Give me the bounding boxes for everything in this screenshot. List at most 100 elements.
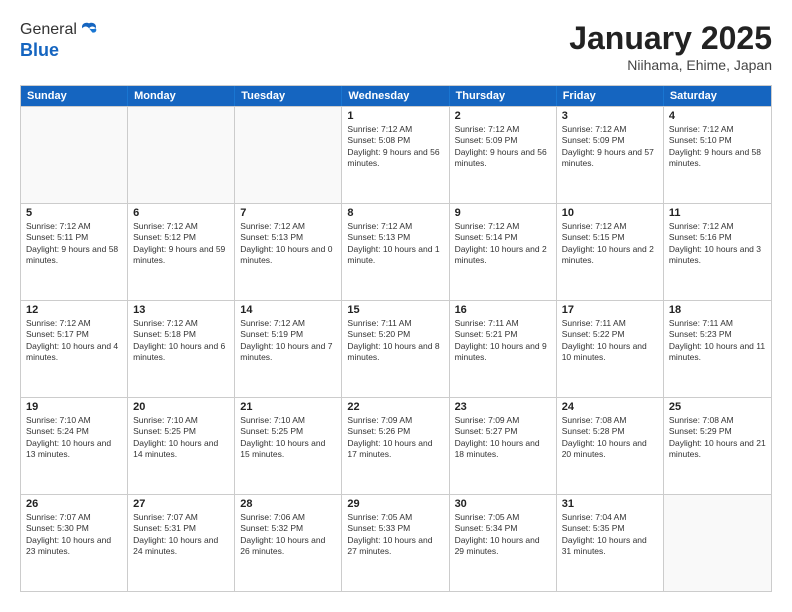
day-number: 1 xyxy=(347,110,443,122)
day-number: 28 xyxy=(240,498,336,510)
day-info: Sunrise: 7:05 AMSunset: 5:33 PMDaylight:… xyxy=(347,512,443,558)
day-info: Sunrise: 7:11 AMSunset: 5:22 PMDaylight:… xyxy=(562,318,658,364)
day-info: Sunrise: 7:12 AMSunset: 5:08 PMDaylight:… xyxy=(347,124,443,170)
day-info: Sunrise: 7:12 AMSunset: 5:18 PMDaylight:… xyxy=(133,318,229,364)
day-number: 5 xyxy=(26,207,122,219)
day-info: Sunrise: 7:10 AMSunset: 5:25 PMDaylight:… xyxy=(240,415,336,461)
header-day-friday: Friday xyxy=(557,86,664,106)
calendar-day-18: 18 Sunrise: 7:11 AMSunset: 5:23 PMDayligh… xyxy=(664,301,771,397)
day-number: 11 xyxy=(669,207,766,219)
calendar-day-19: 19 Sunrise: 7:10 AMSunset: 5:24 PMDayligh… xyxy=(21,398,128,494)
calendar-day-26: 26 Sunrise: 7:07 AMSunset: 5:30 PMDayligh… xyxy=(21,495,128,591)
day-number: 26 xyxy=(26,498,122,510)
calendar-day-empty xyxy=(21,107,128,203)
day-info: Sunrise: 7:10 AMSunset: 5:25 PMDaylight:… xyxy=(133,415,229,461)
day-number: 27 xyxy=(133,498,229,510)
header-day-wednesday: Wednesday xyxy=(342,86,449,106)
logo-general-text: General xyxy=(20,21,77,39)
month-title: January 2025 xyxy=(569,20,772,57)
day-number: 23 xyxy=(455,401,551,413)
calendar-body: 1 Sunrise: 7:12 AMSunset: 5:08 PMDaylight… xyxy=(21,106,771,591)
calendar-day-1: 1 Sunrise: 7:12 AMSunset: 5:08 PMDaylight… xyxy=(342,107,449,203)
day-number: 13 xyxy=(133,304,229,316)
calendar-day-10: 10 Sunrise: 7:12 AMSunset: 5:15 PMDayligh… xyxy=(557,204,664,300)
calendar-day-12: 12 Sunrise: 7:12 AMSunset: 5:17 PMDayligh… xyxy=(21,301,128,397)
day-info: Sunrise: 7:11 AMSunset: 5:21 PMDaylight:… xyxy=(455,318,551,364)
day-number: 31 xyxy=(562,498,658,510)
day-number: 9 xyxy=(455,207,551,219)
calendar-week-2: 5Sunrise: 7:12 AMSunset: 5:11 PMDaylight… xyxy=(21,203,771,300)
calendar-week-4: 19 Sunrise: 7:10 AMSunset: 5:24 PMDayligh… xyxy=(21,397,771,494)
calendar-day-25: 25 Sunrise: 7:08 AMSunset: 5:29 PMDayligh… xyxy=(664,398,771,494)
calendar-week-5: 26 Sunrise: 7:07 AMSunset: 5:30 PMDayligh… xyxy=(21,494,771,591)
day-number: 24 xyxy=(562,401,658,413)
calendar-day-29: 29 Sunrise: 7:05 AMSunset: 5:33 PMDayligh… xyxy=(342,495,449,591)
calendar-day-17: 17Sunrise: 7:11 AMSunset: 5:22 PMDayligh… xyxy=(557,301,664,397)
calendar-day-empty xyxy=(235,107,342,203)
logo: General Blue xyxy=(20,20,99,61)
day-info: Sunrise: 7:04 AMSunset: 5:35 PMDaylight:… xyxy=(562,512,658,558)
day-info: Sunrise: 7:09 AMSunset: 5:26 PMDaylight:… xyxy=(347,415,443,461)
header-day-sunday: Sunday xyxy=(21,86,128,106)
day-number: 6 xyxy=(133,207,229,219)
day-number: 18 xyxy=(669,304,766,316)
day-number: 3 xyxy=(562,110,658,122)
calendar-day-20: 20 Sunrise: 7:10 AMSunset: 5:25 PMDayligh… xyxy=(128,398,235,494)
day-info: Sunrise: 7:12 AMSunset: 5:12 PMDaylight:… xyxy=(133,221,229,267)
day-info: Sunrise: 7:12 AMSunset: 5:19 PMDaylight:… xyxy=(240,318,336,364)
day-info: Sunrise: 7:12 AMSunset: 5:13 PMDaylight:… xyxy=(347,221,443,267)
title-block: January 2025 Niihama, Ehime, Japan xyxy=(569,20,772,73)
day-number: 30 xyxy=(455,498,551,510)
day-number: 19 xyxy=(26,401,122,413)
page: General Blue January 2025 Niihama, Ehime… xyxy=(0,0,792,612)
calendar-day-8: 8 Sunrise: 7:12 AMSunset: 5:13 PMDaylight… xyxy=(342,204,449,300)
calendar-day-23: 23Sunrise: 7:09 AMSunset: 5:27 PMDayligh… xyxy=(450,398,557,494)
day-number: 29 xyxy=(347,498,443,510)
day-info: Sunrise: 7:05 AMSunset: 5:34 PMDaylight:… xyxy=(455,512,551,558)
calendar-day-3: 3 Sunrise: 7:12 AMSunset: 5:09 PMDaylight… xyxy=(557,107,664,203)
calendar-day-empty xyxy=(664,495,771,591)
calendar-week-3: 12 Sunrise: 7:12 AMSunset: 5:17 PMDayligh… xyxy=(21,300,771,397)
calendar-day-2: 2 Sunrise: 7:12 AMSunset: 5:09 PMDaylight… xyxy=(450,107,557,203)
day-info: Sunrise: 7:10 AMSunset: 5:24 PMDaylight:… xyxy=(26,415,122,461)
calendar-day-21: 21Sunrise: 7:10 AMSunset: 5:25 PMDayligh… xyxy=(235,398,342,494)
day-number: 2 xyxy=(455,110,551,122)
day-info: Sunrise: 7:12 AMSunset: 5:09 PMDaylight:… xyxy=(455,124,551,170)
day-number: 12 xyxy=(26,304,122,316)
header-day-tuesday: Tuesday xyxy=(235,86,342,106)
header: General Blue January 2025 Niihama, Ehime… xyxy=(20,20,772,73)
day-number: 20 xyxy=(133,401,229,413)
day-info: Sunrise: 7:12 AMSunset: 5:14 PMDaylight:… xyxy=(455,221,551,267)
day-info: Sunrise: 7:11 AMSunset: 5:23 PMDaylight:… xyxy=(669,318,766,364)
day-info: Sunrise: 7:12 AMSunset: 5:15 PMDaylight:… xyxy=(562,221,658,267)
calendar-day-30: 30 Sunrise: 7:05 AMSunset: 5:34 PMDayligh… xyxy=(450,495,557,591)
day-info: Sunrise: 7:08 AMSunset: 5:29 PMDaylight:… xyxy=(669,415,766,461)
logo-bird-icon xyxy=(79,20,99,40)
header-day-monday: Monday xyxy=(128,86,235,106)
day-info: Sunrise: 7:11 AMSunset: 5:20 PMDaylight:… xyxy=(347,318,443,364)
day-info: Sunrise: 7:06 AMSunset: 5:32 PMDaylight:… xyxy=(240,512,336,558)
calendar-header: SundayMondayTuesdayWednesdayThursdayFrid… xyxy=(21,86,771,106)
location: Niihama, Ehime, Japan xyxy=(569,57,772,73)
calendar-day-empty xyxy=(128,107,235,203)
day-number: 10 xyxy=(562,207,658,219)
day-number: 25 xyxy=(669,401,766,413)
calendar-day-9: 9 Sunrise: 7:12 AMSunset: 5:14 PMDaylight… xyxy=(450,204,557,300)
logo-blue-text: Blue xyxy=(20,40,99,61)
calendar-day-5: 5Sunrise: 7:12 AMSunset: 5:11 PMDaylight… xyxy=(21,204,128,300)
calendar-day-22: 22Sunrise: 7:09 AMSunset: 5:26 PMDayligh… xyxy=(342,398,449,494)
calendar-day-15: 15Sunrise: 7:11 AMSunset: 5:20 PMDayligh… xyxy=(342,301,449,397)
day-info: Sunrise: 7:08 AMSunset: 5:28 PMDaylight:… xyxy=(562,415,658,461)
day-number: 8 xyxy=(347,207,443,219)
calendar-day-7: 7Sunrise: 7:12 AMSunset: 5:13 PMDaylight… xyxy=(235,204,342,300)
day-number: 16 xyxy=(455,304,551,316)
calendar-day-14: 14Sunrise: 7:12 AMSunset: 5:19 PMDayligh… xyxy=(235,301,342,397)
day-info: Sunrise: 7:12 AMSunset: 5:17 PMDaylight:… xyxy=(26,318,122,364)
calendar-day-4: 4Sunrise: 7:12 AMSunset: 5:10 PMDaylight… xyxy=(664,107,771,203)
day-number: 7 xyxy=(240,207,336,219)
header-day-saturday: Saturday xyxy=(664,86,771,106)
day-info: Sunrise: 7:12 AMSunset: 5:10 PMDaylight:… xyxy=(669,124,766,170)
calendar-day-28: 28 Sunrise: 7:06 AMSunset: 5:32 PMDayligh… xyxy=(235,495,342,591)
day-info: Sunrise: 7:07 AMSunset: 5:30 PMDaylight:… xyxy=(26,512,122,558)
day-info: Sunrise: 7:12 AMSunset: 5:09 PMDaylight:… xyxy=(562,124,658,170)
